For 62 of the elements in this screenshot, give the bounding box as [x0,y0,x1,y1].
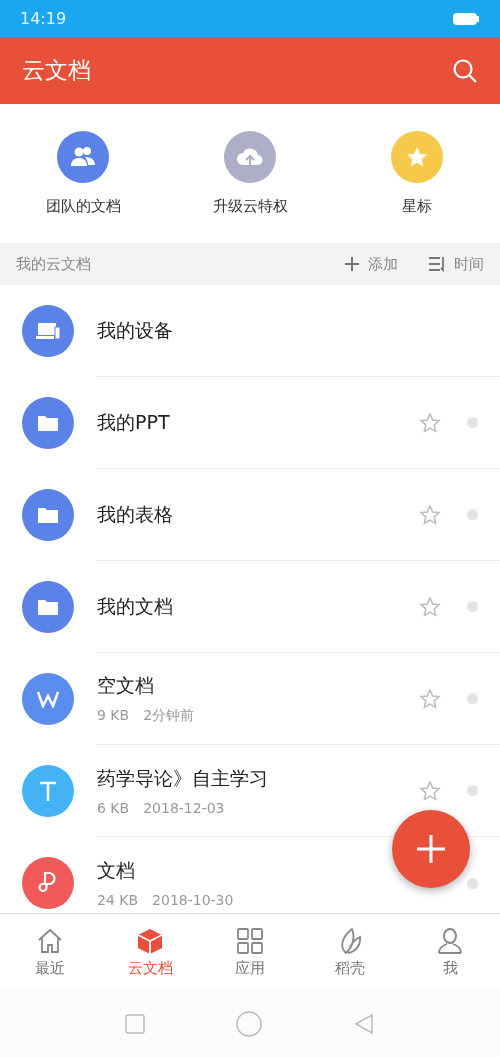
grid-icon [236,926,264,955]
add-fab[interactable] [392,810,470,888]
header-title: 云文档 [22,56,91,85]
folder-icon [37,414,59,432]
file-row[interactable]: 我的设备 [0,285,500,377]
home-button[interactable] [236,1010,262,1037]
file-size: 6 KB [97,799,130,816]
back-button[interactable] [352,1012,375,1035]
star-icon[interactable] [419,411,441,434]
plus-icon [414,832,448,866]
action-label[interactable]: 团队的文档 [45,197,121,216]
section-title: 我的云文档 [16,254,92,274]
recents-button[interactable] [125,1013,146,1034]
cube-icon [136,926,164,955]
star-icon[interactable] [419,503,441,526]
nav-tab[interactable]: 最近 [0,914,100,990]
more-button[interactable] [467,417,478,428]
file-row[interactable]: 我的表格 [0,469,500,561]
file-name: 文档 [97,858,136,883]
file-row[interactable]: 空文档 9 KB 2分钟前 [0,653,500,745]
nav-tab[interactable]: 我 [400,914,500,990]
battery-icon [452,11,480,26]
more-button[interactable] [467,785,478,796]
document-icon [38,780,58,802]
file-name: 我的设备 [97,317,174,343]
search-icon[interactable] [452,57,478,84]
status-time: 14:19 [20,9,67,28]
nav-tab[interactable]: 稻壳 [300,914,400,990]
person-icon [436,926,464,955]
file-time: 2018-10-30 [152,892,234,908]
file-name: 我的表格 [97,501,174,527]
more-button[interactable] [467,509,478,520]
action-icon[interactable] [57,131,110,183]
plus-icon [344,256,360,272]
file-row[interactable]: 我的PPT [0,377,500,469]
file-size: 9 KB [97,706,130,725]
star-icon[interactable] [419,687,441,710]
folder-icon [37,506,59,524]
action-icon[interactable] [390,131,443,183]
file-name: 我的PPT [97,409,171,435]
devices-icon [35,321,61,341]
file-row[interactable]: 我的文档 [0,561,500,653]
file-name: 药学导论》自主学习 [97,765,269,791]
action-label[interactable]: 升级云特权 [212,197,288,216]
file-name: 空文档 [97,672,155,698]
home-icon [36,926,64,955]
more-button[interactable] [467,693,478,704]
folder-icon [37,598,59,616]
file-size: 24 KB [97,892,139,908]
file-time: 2分钟前 [143,706,195,725]
more-button[interactable] [467,877,478,889]
star-icon[interactable] [419,779,441,802]
more-button[interactable] [467,601,478,612]
file-time: 2018-12-03 [143,799,225,816]
action-label[interactable]: 星标 [401,197,432,216]
sort-icon [428,256,446,272]
file-name: 我的文档 [97,593,174,619]
star-icon[interactable] [419,595,441,618]
nav-tab[interactable]: 应用 [200,914,300,990]
action-icon[interactable] [224,131,276,183]
document-icon [36,690,60,708]
nav-tab[interactable]: 云文档 [100,914,200,990]
